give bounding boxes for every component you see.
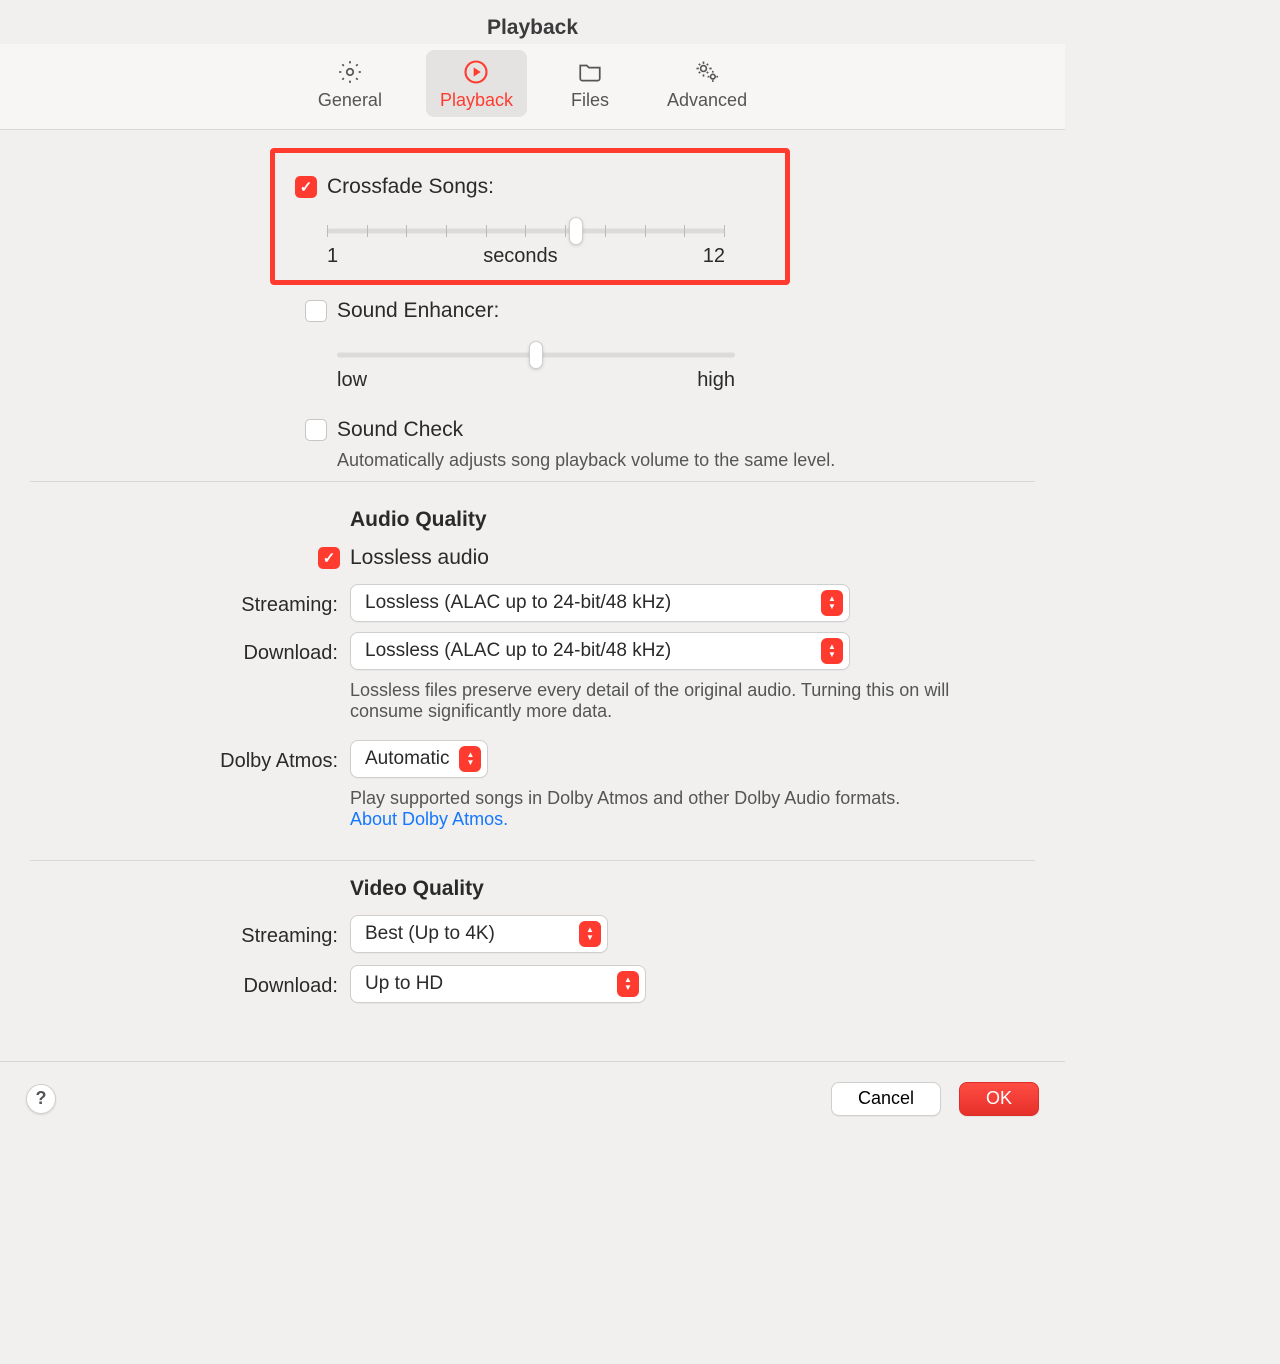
tab-label: General — [318, 90, 382, 111]
lossless-desc: Lossless files preserve every detail of … — [350, 680, 990, 722]
crossfade-max-label: 12 — [703, 245, 725, 268]
enhancer-checkbox[interactable] — [305, 300, 327, 322]
lossless-checkbox[interactable] — [318, 547, 340, 569]
gear-icon — [336, 58, 364, 86]
video-download-label: Download: — [30, 971, 350, 998]
crossfade-checkbox[interactable] — [295, 176, 317, 198]
audio-streaming-label: Streaming: — [30, 590, 350, 617]
chevron-updown-icon — [459, 746, 481, 772]
tab-playback[interactable]: Playback — [426, 50, 527, 117]
tab-files[interactable]: Files — [557, 50, 623, 117]
crossfade-min-label: 1 — [327, 245, 338, 268]
crossfade-highlight: Crossfade Songs: 1 seconds 12 — [270, 148, 790, 285]
audio-streaming-select[interactable]: Lossless (ALAC up to 24-bit/48 kHz) — [350, 584, 850, 622]
crossfade-unit-label: seconds — [483, 245, 558, 268]
crossfade-slider[interactable] — [327, 217, 725, 245]
enhancer-label: Sound Enhancer: — [337, 299, 499, 323]
tab-label: Files — [571, 90, 609, 111]
video-download-select[interactable]: Up to HD — [350, 965, 646, 1003]
crossfade-label: Crossfade Songs: — [327, 175, 494, 199]
audio-quality-heading: Audio Quality — [350, 508, 1035, 532]
tab-general[interactable]: General — [304, 50, 396, 117]
help-button[interactable]: ? — [26, 1084, 56, 1114]
tab-advanced[interactable]: Advanced — [653, 50, 761, 117]
soundcheck-label: Sound Check — [337, 418, 463, 442]
enhancer-slider[interactable] — [337, 341, 735, 369]
atmos-label: Dolby Atmos: — [30, 746, 350, 773]
window-title: Playback — [0, 0, 1065, 44]
atmos-select[interactable]: Automatic — [350, 740, 488, 778]
chevron-updown-icon — [821, 638, 843, 664]
audio-download-label: Download: — [30, 638, 350, 665]
soundcheck-checkbox[interactable] — [305, 419, 327, 441]
about-atmos-link[interactable]: About Dolby Atmos. — [350, 809, 508, 829]
tab-label: Advanced — [667, 90, 747, 111]
gears-icon — [693, 58, 721, 86]
folder-icon — [576, 58, 604, 86]
toolbar: General Playback Files Advanced — [0, 44, 1065, 130]
tab-label: Playback — [440, 90, 513, 111]
enhancer-high-label: high — [697, 369, 735, 392]
ok-button[interactable]: OK — [959, 1082, 1039, 1116]
video-streaming-label: Streaming: — [30, 921, 350, 948]
video-quality-heading: Video Quality — [350, 877, 1035, 901]
enhancer-low-label: low — [337, 369, 367, 392]
chevron-updown-icon — [617, 971, 639, 997]
atmos-desc: Play supported songs in Dolby Atmos and … — [350, 788, 900, 808]
footer: ? Cancel OK — [0, 1061, 1065, 1135]
audio-download-select[interactable]: Lossless (ALAC up to 24-bit/48 kHz) — [350, 632, 850, 670]
chevron-updown-icon — [821, 590, 843, 616]
lossless-label: Lossless audio — [350, 546, 489, 570]
cancel-button[interactable]: Cancel — [831, 1082, 941, 1116]
play-circle-icon — [462, 58, 490, 86]
soundcheck-desc: Automatically adjusts song playback volu… — [337, 450, 945, 471]
video-streaming-select[interactable]: Best (Up to 4K) — [350, 915, 608, 953]
chevron-updown-icon — [579, 921, 601, 947]
